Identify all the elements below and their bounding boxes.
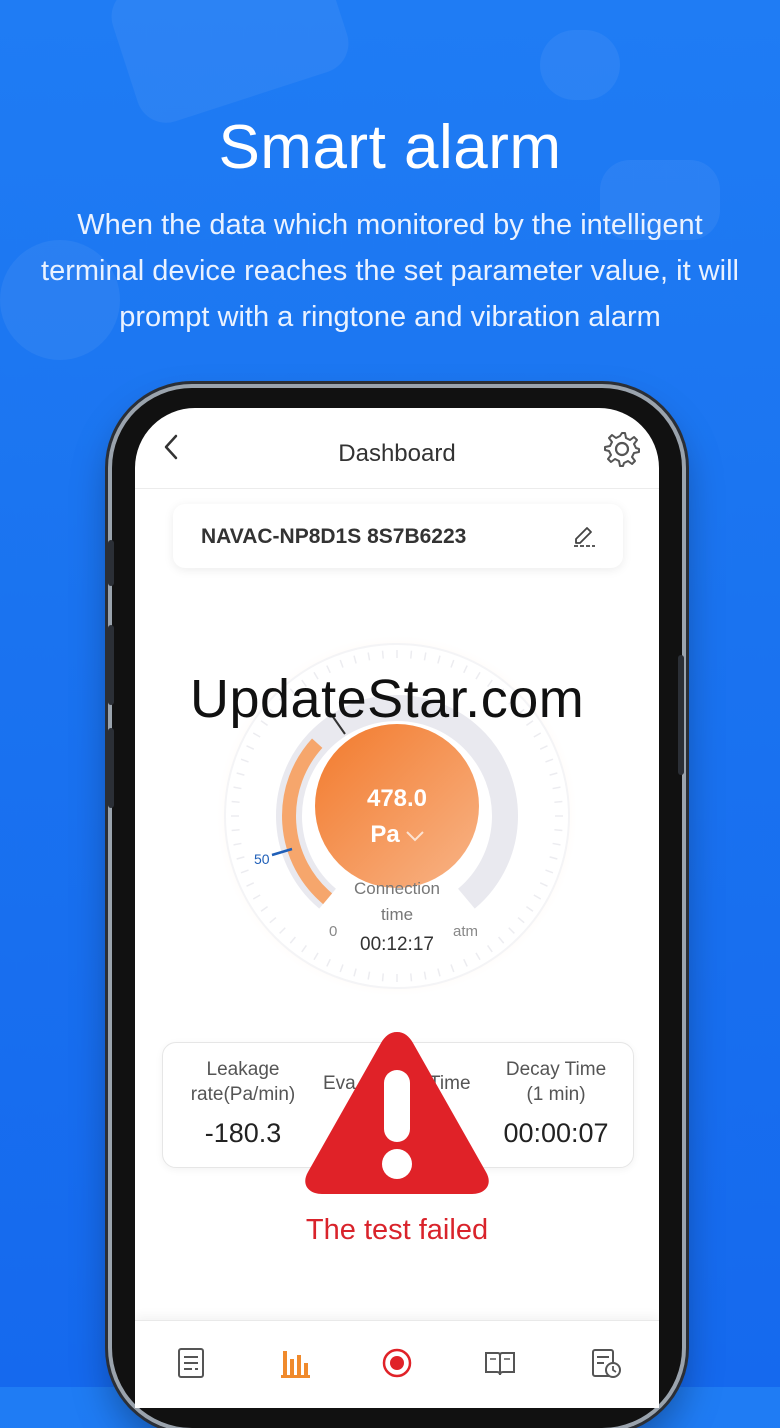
hero-title: Smart alarm <box>218 113 562 182</box>
decay-label-unit: (1 min) <box>526 1084 586 1105</box>
leakage-rate-stat: Leakage rate(Pa/min) -180.3 <box>173 1057 313 1148</box>
book-icon[interactable] <box>480 1343 520 1383</box>
connection-label-2: time <box>381 905 413 924</box>
watermark-text: UpdateStar.com <box>190 669 585 729</box>
leakage-value: -180.3 <box>204 1118 282 1148</box>
background-decoration <box>540 30 620 100</box>
device-name: NAVAC-NP8D1S 8S7B6223 <box>201 525 467 548</box>
warning-triangle-icon <box>305 1032 489 1194</box>
phone-side-button <box>678 655 684 775</box>
gauge-unit[interactable]: Pa <box>370 821 400 848</box>
connection-label: Connection <box>354 879 440 898</box>
phone-side-button <box>108 625 114 705</box>
gauge-tick <box>554 829 563 832</box>
edit-icon[interactable] <box>571 522 597 548</box>
connection-time: 00:12:17 <box>360 934 434 955</box>
decay-time-stat: Decay Time (1 min) 00:00:07 <box>481 1057 631 1148</box>
leakage-label-unit: rate(Pa/min) <box>190 1084 296 1105</box>
record-icon[interactable] <box>377 1343 417 1383</box>
background-decoration <box>103 0 357 131</box>
decay-label: Decay Time <box>505 1059 607 1080</box>
bottom-navigation <box>135 1320 659 1408</box>
device-card[interactable]: NAVAC-NP8D1S 8S7B6223 <box>173 504 623 568</box>
test-failed-message: The test failed <box>305 1214 489 1246</box>
phone-screen: Dashboard NAVAC-NP8D1S 8S7B6223 478.0 Pa… <box>135 408 659 1408</box>
gauge-value: 478.0 <box>367 785 427 812</box>
app-bar: Dashboard <box>135 408 659 489</box>
gauge-tick <box>410 650 413 659</box>
phone-side-button <box>108 728 114 808</box>
history-icon[interactable] <box>585 1343 625 1383</box>
hero-subtitle: When the data which monitored by the int… <box>41 209 739 333</box>
gauge-tick-0: 0 <box>329 923 337 940</box>
phone-side-button <box>108 540 114 586</box>
gauge-tick <box>231 829 240 832</box>
gauge-tick <box>410 973 413 982</box>
gear-icon[interactable] <box>603 430 641 468</box>
bar-chart-icon[interactable] <box>275 1343 315 1383</box>
report-icon[interactable] <box>171 1343 211 1383</box>
decay-value: 00:00:07 <box>503 1118 609 1148</box>
gauge-tick <box>231 800 240 803</box>
gauge-tick <box>381 973 384 982</box>
leakage-label: Leakage <box>206 1059 280 1080</box>
page-title: Dashboard <box>338 440 456 467</box>
gauge-tick <box>554 800 563 803</box>
gauge-tick <box>381 650 384 659</box>
gauge-tick-atm: atm <box>453 923 478 940</box>
gauge-tick-50: 50 <box>254 851 270 867</box>
